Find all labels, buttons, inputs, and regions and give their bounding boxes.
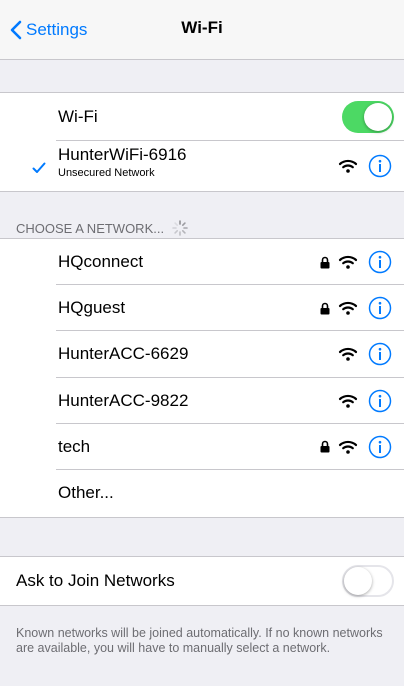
network-row[interactable]: HQconnect: [0, 239, 404, 286]
ask-to-join-toggle[interactable]: [342, 565, 394, 597]
wifi-label: Wi-Fi: [58, 107, 98, 126]
wifi-toggle-row: Wi-Fi: [0, 93, 404, 141]
wifi-signal-icon: [338, 439, 358, 455]
checkmark-icon: [32, 162, 46, 173]
other-network-label: Other...: [58, 483, 114, 502]
wifi-toggle[interactable]: [342, 101, 394, 133]
footer-note: Known networks will be joined automatica…: [16, 626, 383, 655]
wifi-signal-icon: [338, 393, 358, 409]
network-name: tech: [58, 436, 91, 456]
network-name: HQguest: [58, 298, 126, 318]
connected-network-name: HunterWiFi-6916: [58, 145, 187, 164]
ask-to-join-row: Ask to Join Networks: [0, 557, 404, 605]
connected-network-subtitle: Unsecured Network: [58, 167, 155, 179]
wifi-signal-icon: [338, 254, 358, 270]
section-header-label: CHOOSE A NETWORK...: [16, 220, 165, 236]
lock-icon: [320, 440, 330, 453]
wifi-signal-icon: [338, 346, 358, 362]
info-icon[interactable]: [368, 250, 392, 274]
info-icon[interactable]: [368, 342, 392, 366]
network-row[interactable]: tech: [0, 423, 404, 470]
network-row[interactable]: HunterACC-6629: [0, 331, 404, 378]
page-title: Wi-Fi: [181, 18, 223, 37]
wifi-signal-icon: [338, 300, 358, 316]
navigation-bar: Settings Wi-Fi: [0, 0, 404, 60]
network-name: HunterACC-9822: [58, 390, 189, 410]
network-name: HQconnect: [58, 252, 144, 271]
info-icon[interactable]: [368, 389, 392, 413]
wifi-signal-icon: [338, 158, 358, 174]
other-network-row[interactable]: Other...: [0, 470, 404, 517]
connected-network-row[interactable]: HunterWiFi-6916 Unsecured Network: [0, 141, 404, 191]
network-row[interactable]: HunterACC-9822: [0, 377, 404, 424]
network-name: HunterACC-6629: [58, 344, 189, 364]
info-icon[interactable]: [368, 154, 392, 178]
lock-icon: [320, 302, 330, 315]
lock-icon: [320, 256, 330, 269]
toggle-knob: [344, 567, 372, 595]
ask-to-join-label: Ask to Join Networks: [16, 571, 175, 590]
section-header: CHOOSE A NETWORK...: [16, 220, 188, 236]
spinner-icon: [172, 220, 188, 236]
toggle-knob: [364, 103, 392, 131]
network-row[interactable]: HQguest: [0, 285, 404, 332]
info-icon[interactable]: [368, 435, 392, 459]
info-icon[interactable]: [368, 296, 392, 320]
